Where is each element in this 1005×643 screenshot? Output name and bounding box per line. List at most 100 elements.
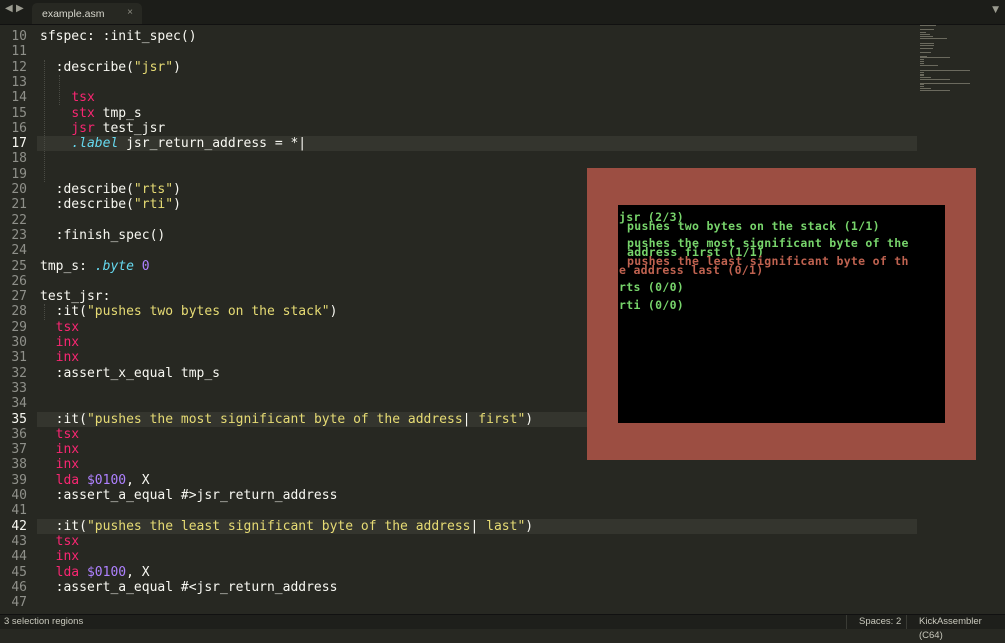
- code-text[interactable]: lda $0100, X: [40, 565, 150, 580]
- line-number: 31: [11, 350, 27, 366]
- code-text[interactable]: inx: [40, 549, 79, 564]
- text-cursor: |: [298, 136, 307, 152]
- code-line[interactable]: 47: [0, 595, 920, 610]
- code-token: ): [525, 518, 534, 534]
- minimap-line: [920, 82, 971, 84]
- code-token: :describe(: [40, 197, 134, 213]
- indentation-status[interactable]: Spaces: 2: [846, 615, 901, 629]
- code-token: test_jsr:: [40, 289, 111, 305]
- code-line[interactable]: 42 :it("pushes the least significant byt…: [0, 518, 920, 534]
- code-text[interactable]: :assert_a_equal #>jsr_return_address: [40, 488, 338, 503]
- code-token: lda: [55, 472, 80, 488]
- code-line[interactable]: 16 jsr test_jsr: [0, 121, 920, 136]
- back-arrow-icon[interactable]: ◀: [5, 3, 13, 14]
- minimap-line: [920, 48, 933, 50]
- line-number: 44: [11, 549, 27, 565]
- c64-output-line: pushes two bytes on the stack (1/1): [627, 218, 880, 233]
- code-token: tsx: [71, 90, 95, 106]
- code-line[interactable]: 41: [0, 503, 920, 518]
- code-text[interactable]: :describe("jsr"): [40, 60, 181, 75]
- minimap-line: [920, 28, 935, 30]
- line-number: 39: [11, 472, 27, 488]
- line-number: 32: [11, 365, 27, 381]
- code-line[interactable]: 39 lda $0100, X: [0, 473, 920, 488]
- code-text[interactable]: stx tmp_s: [40, 105, 142, 121]
- code-token: inx: [55, 350, 80, 366]
- code-token: :it(: [40, 304, 87, 320]
- code-text[interactable]: inx: [40, 457, 79, 472]
- code-line[interactable]: 13: [0, 75, 920, 90]
- code-text[interactable]: :it("pushes the most significant byte of…: [40, 412, 533, 427]
- close-tab-icon[interactable]: ×: [127, 7, 133, 18]
- code-text[interactable]: test_jsr:: [40, 289, 110, 304]
- code-text[interactable]: :finish_spec(): [40, 228, 166, 243]
- code-text[interactable]: tmp_s: .byte 0: [40, 259, 150, 274]
- code-token: :assert_a_equal #<jsr_return_address: [40, 579, 338, 595]
- forward-arrow-icon[interactable]: ▶: [16, 3, 24, 14]
- code-token: sfspec: :init_spec(): [40, 29, 197, 44]
- code-text[interactable]: :describe("rts"): [40, 182, 181, 197]
- code-line[interactable]: 18: [0, 151, 920, 166]
- code-token: tmp_s: [94, 105, 142, 121]
- status-bar: 3 selection regions Spaces: 2 KickAssemb…: [0, 614, 1005, 641]
- code-text[interactable]: tsx: [40, 534, 79, 549]
- code-token: "jsr": [133, 59, 174, 75]
- code-text[interactable]: tsx: [40, 320, 79, 335]
- code-token: ): [173, 197, 181, 213]
- code-token: "pushes the least significant byte of th…: [86, 518, 471, 534]
- line-number: 14: [11, 90, 27, 106]
- code-text[interactable]: :it("pushes two bytes on the stack"): [40, 304, 338, 320]
- code-token: first": [470, 411, 526, 427]
- minimap[interactable]: [920, 25, 1005, 100]
- line-number: 16: [11, 120, 27, 136]
- code-token: tsx: [55, 533, 80, 549]
- code-line[interactable]: 43 tsx: [0, 534, 920, 549]
- code-line[interactable]: 11: [0, 44, 920, 59]
- syntax-status[interactable]: KickAssembler (C64): [906, 615, 1005, 641]
- code-token: :it(: [40, 411, 87, 427]
- tab-example-asm[interactable]: example.asm ×: [32, 3, 142, 24]
- line-number: 29: [11, 319, 27, 335]
- line-number: 15: [11, 105, 27, 121]
- code-text[interactable]: sfspec: :init_spec(): [40, 29, 197, 44]
- tab-menu-icon[interactable]: ▼: [992, 5, 999, 15]
- code-line[interactable]: 40 :assert_a_equal #>jsr_return_address: [0, 488, 920, 503]
- code-token: 0: [141, 258, 150, 274]
- code-token: last": [478, 518, 526, 534]
- code-line[interactable]: 44 inx: [0, 549, 920, 564]
- code-text[interactable]: :assert_x_equal tmp_s: [40, 366, 220, 381]
- code-line[interactable]: 14 tsx: [0, 90, 920, 105]
- minimap-line: [920, 70, 971, 71]
- c64-output-line: rts (0/0): [619, 280, 685, 295]
- code-text[interactable]: jsr test_jsr: [40, 121, 165, 136]
- code-text[interactable]: inx: [40, 442, 79, 457]
- line-number: 11: [11, 44, 27, 60]
- code-line[interactable]: 45 lda $0100, X: [0, 565, 920, 580]
- code-line[interactable]: 10 sfspec: :init_spec(): [0, 29, 920, 44]
- code-token: :assert_a_equal #>jsr_return_address: [40, 488, 338, 503]
- code-text[interactable]: tsx: [40, 427, 79, 442]
- code-line[interactable]: 15 stx tmp_s: [0, 106, 920, 121]
- code-token: "pushes the most significant byte of the…: [86, 411, 463, 427]
- code-line[interactable]: 46 :assert_a_equal #<jsr_return_address: [0, 580, 920, 595]
- code-text[interactable]: inx: [40, 350, 79, 365]
- code-line[interactable]: 12 :describe("jsr"): [0, 60, 920, 75]
- code-text[interactable]: lda $0100, X: [40, 473, 150, 488]
- code-text[interactable]: .label jsr_return_address = *|: [40, 136, 306, 151]
- code-text[interactable]: :assert_a_equal #<jsr_return_address: [40, 579, 338, 595]
- code-line[interactable]: 17 .label jsr_return_address = *|: [0, 136, 920, 152]
- minimap-line: [920, 37, 948, 39]
- code-text[interactable]: :it("pushes the least significant byte o…: [40, 519, 533, 534]
- code-text[interactable]: inx: [40, 335, 79, 350]
- code-text[interactable]: tsx: [40, 90, 95, 106]
- indent-guide: [59, 74, 60, 106]
- minimap-line: [920, 64, 939, 66]
- line-number: 36: [11, 426, 27, 442]
- code-text[interactable]: :describe("rti"): [40, 197, 181, 212]
